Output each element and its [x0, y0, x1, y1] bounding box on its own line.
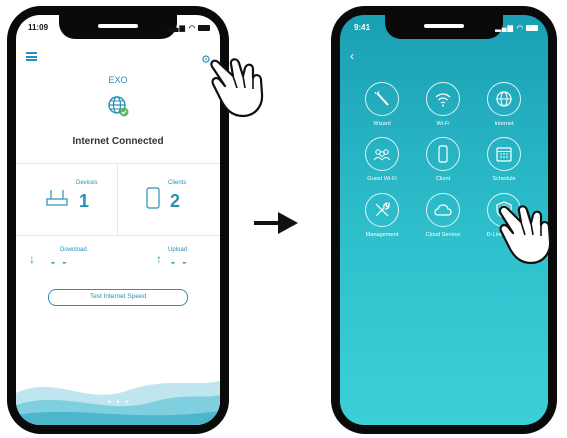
download-label: Download [60, 247, 87, 253]
tools-icon [375, 201, 390, 217]
wifi-icon [435, 93, 451, 107]
tile-wizard[interactable]: Wizard [356, 82, 408, 127]
pointing-hand-icon [498, 205, 552, 265]
tile-label: Guest Wi-Fi [367, 176, 397, 182]
home-screen: 11:09 ▂▄▆ ◠ ⚙ EXO Internet Connected Dev… [16, 15, 220, 425]
device-name: EXO [108, 75, 128, 85]
tile-label: Wizard [373, 121, 391, 127]
calendar-icon [496, 147, 512, 162]
phone-icon [438, 145, 448, 163]
phone-icon [146, 187, 160, 209]
connection-status: Internet Connected [72, 136, 164, 147]
download-value: - - [51, 255, 69, 269]
router-icon [46, 190, 68, 206]
divider [16, 163, 220, 164]
tile-label: Management [365, 232, 399, 238]
tile-label: Wi-Fi [436, 121, 450, 127]
test-speed-button[interactable]: Test Internet Speed [48, 289, 188, 306]
tile-internet[interactable]: Internet [478, 82, 530, 127]
phone-frame-home: 11:09 ▂▄▆ ◠ ⚙ EXO Internet Connected Dev… [7, 6, 264, 434]
globe-icon [496, 91, 512, 107]
status-time: 9:41 [354, 23, 371, 32]
tile-guest-wifi[interactable]: Guest Wi-Fi [356, 137, 408, 182]
upload-label: Upload [168, 247, 188, 253]
tile-cloud-service[interactable]: Cloud Service [417, 193, 469, 238]
wand-icon [374, 90, 389, 106]
tutorial-illustration: 11:09 ▂▄▆ ◠ ⚙ EXO Internet Connected Dev… [0, 0, 567, 438]
tile-client[interactable]: Client [417, 137, 469, 182]
devices-count: 1 [79, 191, 90, 211]
page-indicator: ● ● ● [108, 399, 130, 405]
back-icon[interactable]: ‹ [350, 49, 354, 63]
divider [16, 235, 220, 236]
arrow-down-icon: ↓ [29, 252, 35, 266]
phone-frame-menu: 9:41 ▂▄▆ ◠ ‹ Wizard Wi-Fi Internet Guest… [331, 6, 557, 434]
guest-wifi-icon [373, 149, 391, 161]
menu-icon[interactable] [26, 52, 37, 61]
cloud-icon [434, 204, 452, 216]
tile-wifi[interactable]: Wi-Fi [417, 82, 469, 127]
pointing-hand-icon [210, 58, 264, 118]
arrow-right-icon [254, 212, 298, 234]
notch [59, 15, 177, 39]
clients-label: Clients [168, 180, 187, 186]
globe-icon [108, 96, 129, 117]
divider [117, 163, 118, 235]
arrow-up-icon: ↑ [156, 252, 162, 266]
wave-decoration [16, 381, 220, 425]
status-signal-icons: ▂▄▆ ◠ [167, 24, 210, 32]
status-time: 11:09 [28, 23, 49, 32]
tile-label: Client [435, 176, 451, 182]
tile-schedule[interactable]: Schedule [478, 137, 530, 182]
devices-label: Devices [76, 180, 98, 186]
upload-value: - - [171, 255, 189, 269]
tile-label: Cloud Service [425, 232, 461, 238]
tile-management[interactable]: Management [356, 193, 408, 238]
clients-count: 2 [170, 191, 181, 211]
notch [385, 15, 503, 39]
tile-label: Schedule [492, 176, 516, 182]
status-signal-icons: ▂▄▆ ◠ [495, 24, 538, 32]
tile-label: Internet [494, 121, 514, 127]
